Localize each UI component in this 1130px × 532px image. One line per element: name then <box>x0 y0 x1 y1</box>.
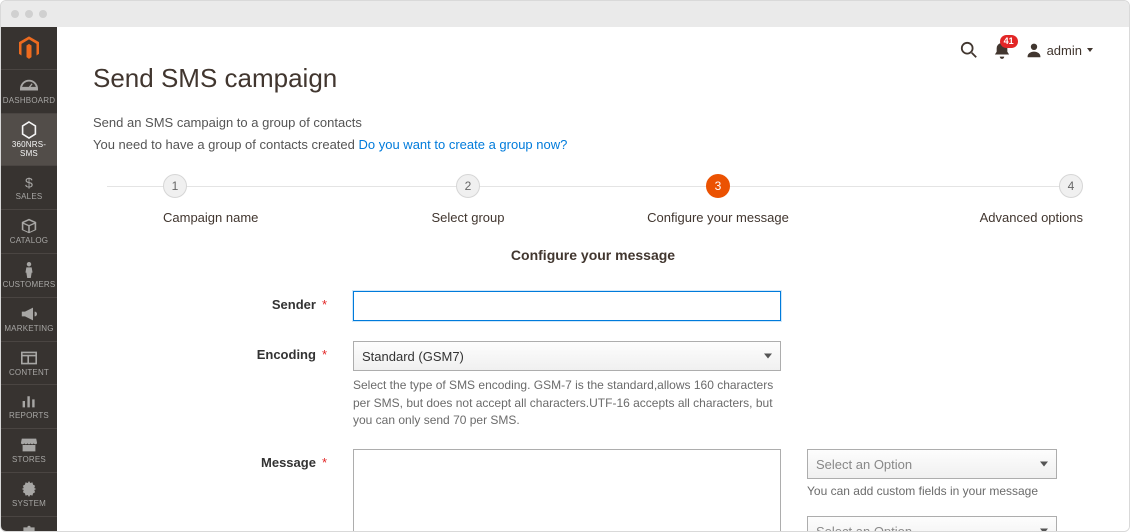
sidebar-item-label: CONTENT <box>9 369 49 378</box>
step-number: 1 <box>163 174 187 198</box>
sidebar-item-sales[interactable]: $ SALES <box>1 165 57 209</box>
sidebar-item-system[interactable]: SYSTEM <box>1 472 57 516</box>
admin-sidebar: DASHBOARD 360NRS-SMS $ SALES CATALOG <box>1 27 57 532</box>
sidebar-item-label: REPORTS <box>9 412 49 421</box>
notification-count-badge: 41 <box>1000 35 1018 48</box>
layout-icon <box>19 349 39 367</box>
sidebar-item-label: SALES <box>16 193 43 202</box>
sidebar-item-label: STORES <box>12 456 46 465</box>
search-icon[interactable] <box>960 41 978 59</box>
sidebar-item-label: MARKETING <box>4 325 53 334</box>
step-label: Configure your message <box>647 210 789 225</box>
section-title: Configure your message <box>93 247 1093 263</box>
step-label: Select group <box>432 210 505 225</box>
window-titlebar <box>1 1 1129 27</box>
intro-line-1: Send an SMS campaign to a group of conta… <box>93 112 1093 134</box>
box-icon <box>19 217 39 235</box>
message-label: Message* <box>93 449 353 470</box>
svg-text:$: $ <box>25 176 33 191</box>
sidebar-item-label: CUSTOMERS <box>3 281 56 290</box>
sidebar-item-stores[interactable]: STORES <box>1 428 57 472</box>
sidebar-item-label: SYSTEM <box>12 500 46 509</box>
account-menu[interactable]: admin <box>1026 42 1093 58</box>
dollar-icon: $ <box>19 173 39 191</box>
chart-bars-icon <box>19 392 39 410</box>
sidebar-item-label: DASHBOARD <box>3 97 55 106</box>
sidebar-item-marketing[interactable]: MARKETING <box>1 297 57 341</box>
hexagon-icon <box>19 121 39 139</box>
step-3[interactable]: 3 Configure your message <box>593 174 843 225</box>
campaign-form: Sender* Encoding* Standard (GSM7) <box>93 291 1093 532</box>
admin-topbar: 41 admin <box>960 41 1093 59</box>
wizard-steps: 1 Campaign name 2 Select group 3 Configu… <box>93 174 1093 225</box>
sidebar-item-content[interactable]: CONTENT <box>1 341 57 385</box>
sidebar-item-reports[interactable]: REPORTS <box>1 384 57 428</box>
step-2[interactable]: 2 Select group <box>343 174 593 225</box>
sidebar-item-partners[interactable]: FIND PARTNERS & EXTENSIONS <box>1 516 57 532</box>
magento-logo-icon <box>19 39 39 57</box>
intro-line-2: You need to have a group of contacts cre… <box>93 137 359 152</box>
sidebar-item-360nrs-sms[interactable]: 360NRS-SMS <box>1 113 57 166</box>
page-intro: Send an SMS campaign to a group of conta… <box>93 112 1093 156</box>
puzzle-icon <box>19 524 39 532</box>
custom-fields-select[interactable]: Select an Option <box>807 449 1057 479</box>
window-dot <box>11 10 19 18</box>
gauge-icon <box>19 77 39 95</box>
magento-logo[interactable] <box>1 27 57 69</box>
user-icon <box>1026 42 1042 58</box>
create-group-link[interactable]: Do you want to create a group now? <box>359 137 568 152</box>
sender-input[interactable] <box>353 291 781 321</box>
chevron-down-icon <box>1087 48 1093 52</box>
sidebar-item-label: CATALOG <box>10 237 48 246</box>
gear-icon <box>19 480 39 498</box>
encoding-select[interactable]: Standard (GSM7) <box>353 341 781 371</box>
window-dot <box>39 10 47 18</box>
storefront-icon <box>19 436 39 454</box>
megaphone-icon <box>19 305 39 323</box>
window-dot <box>25 10 33 18</box>
sidebar-item-customers[interactable]: CUSTOMERS <box>1 253 57 297</box>
notifications-bell[interactable]: 41 <box>994 41 1010 59</box>
step-4[interactable]: 4 Advanced options <box>843 174 1093 225</box>
custom-fields-hint: You can add custom fields in your messag… <box>807 483 1057 500</box>
step-number: 2 <box>456 174 480 198</box>
step-number: 4 <box>1059 174 1083 198</box>
page-title: Send SMS campaign <box>93 63 1093 94</box>
sender-label: Sender* <box>93 291 353 312</box>
person-icon <box>19 261 39 279</box>
encoding-hint: Select the type of SMS encoding. GSM-7 i… <box>353 377 781 429</box>
account-username: admin <box>1047 43 1082 58</box>
step-label: Advanced options <box>980 210 1083 225</box>
step-number: 3 <box>706 174 730 198</box>
sidebar-item-label: 360NRS-SMS <box>3 141 55 159</box>
sidebar-item-catalog[interactable]: CATALOG <box>1 209 57 253</box>
step-label: Campaign name <box>163 210 258 225</box>
message-textarea[interactable] <box>353 449 781 532</box>
urls-select[interactable]: Select an Option <box>807 516 1057 532</box>
encoding-label: Encoding* <box>93 341 353 362</box>
step-1[interactable]: 1 Campaign name <box>93 174 343 225</box>
sidebar-item-dashboard[interactable]: DASHBOARD <box>1 69 57 113</box>
